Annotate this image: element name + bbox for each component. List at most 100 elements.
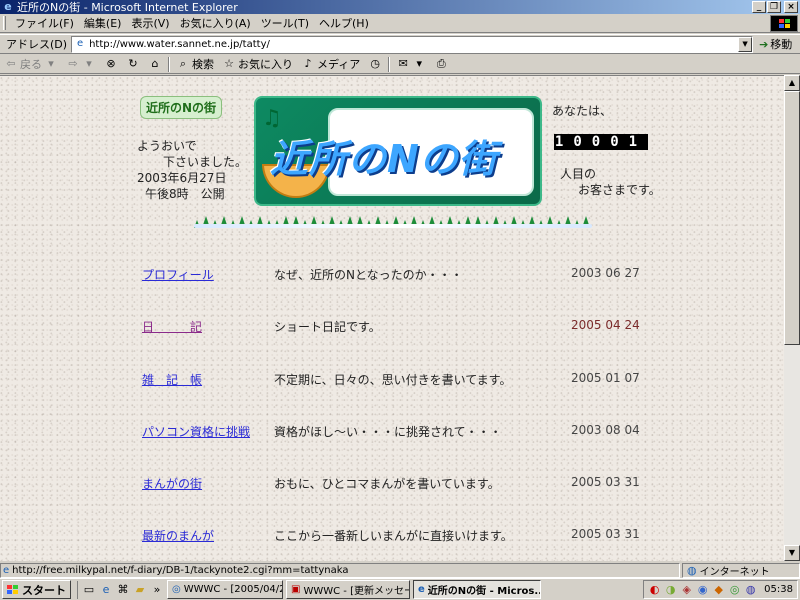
menu-favorites[interactable]: お気に入り(A) — [175, 15, 256, 31]
task-button-ie[interactable]: e 近所のNの街 - Micros... — [413, 580, 541, 599]
address-field[interactable]: e ▼ — [71, 35, 754, 53]
link-row: 最新のまんが ここから一番新しいまんがに直接いけます。 2005 03 31 — [142, 527, 642, 547]
mail-button[interactable]: ✉ ▾ — [392, 57, 430, 71]
site-banner: ♫ 近所のNの街 — [254, 96, 542, 206]
link-diary[interactable]: 日 記 — [142, 318, 202, 335]
clock[interactable]: 05:38 — [764, 584, 793, 595]
tray-app-icon[interactable]: ◈ — [680, 583, 693, 596]
menu-bar: ファイル(F) 編集(E) 表示(V) お気に入り(A) ツール(T) ヘルプ(… — [0, 14, 800, 33]
search-icon: ⌕ — [179, 57, 187, 70]
mail-icon: ✉ — [398, 57, 408, 70]
chevron-down-icon: ▾ — [416, 57, 422, 70]
page-viewport: 近所のNの街 ようおいで 下さいました。 2003年6月27日 午後8時 公開 … — [0, 75, 784, 561]
menu-view[interactable]: 表示(V) — [126, 15, 174, 31]
visitor-counter: 10001 — [554, 134, 648, 150]
home-button[interactable]: ⌂ — [144, 57, 166, 71]
home-icon: ⌂ — [151, 57, 159, 70]
forward-arrow-icon: ⇨ — [68, 57, 78, 70]
history-icon: ◷ — [370, 57, 381, 70]
link-date: 2003 06 27 — [571, 266, 640, 280]
status-bar: e http://free.milkypal.net/f-diary/DB-1/… — [0, 562, 800, 578]
banner-title: 近所のNの街 — [270, 137, 498, 181]
chevron-right-icon[interactable]: » — [150, 583, 164, 597]
site-badge-logo: 近所のNの街 — [140, 96, 223, 119]
address-label: アドレス(D) — [6, 38, 68, 51]
address-dropdown-icon[interactable]: ▼ — [738, 36, 753, 52]
update-icon: ▣ — [291, 584, 301, 595]
visitor-suffix-line: お客さまです。 — [578, 183, 661, 197]
scroll-up-icon[interactable]: ▲ — [784, 75, 800, 91]
vertical-scrollbar[interactable]: ▲ ▼ — [784, 75, 800, 561]
ie-icon: e — [4, 0, 12, 13]
link-latest-manga[interactable]: 最新のまんが — [142, 527, 214, 544]
address-bar: アドレス(D) e ▼ ➔ 移動 — [0, 34, 800, 54]
tray-app-icon[interactable]: ◆ — [712, 583, 725, 596]
wwwc-icon: ◎ — [172, 584, 181, 595]
start-button[interactable]: スタート — [2, 580, 71, 599]
tray-app-icon[interactable]: ◎ — [728, 583, 741, 596]
taskbar: スタート ▭ e ⌘ ▰ » ◎ WWWC - [2005/04/27 05..… — [0, 578, 800, 600]
link-manga-town[interactable]: まんがの街 — [142, 475, 202, 492]
close-button[interactable]: × — [784, 1, 798, 13]
network-icon[interactable]: ⌘ — [116, 583, 130, 597]
security-zone-panel: ◍ インターネット — [682, 562, 800, 578]
link-row: パソコン資格に挑戦 資格がほし〜い・・・に挑発されて・・・ 2003 08 04 — [142, 423, 642, 443]
print-button[interactable]: ⎙ — [430, 57, 452, 71]
scroll-thumb[interactable] — [784, 91, 800, 345]
welcome-line: 午後8時 公開 — [145, 187, 225, 201]
menu-edit[interactable]: 編集(E) — [79, 15, 127, 31]
tray-app-icon[interactable]: ◉ — [696, 583, 709, 596]
search-button[interactable]: ⌕ 検索 — [172, 56, 218, 72]
stop-button[interactable]: ⊗ — [100, 57, 122, 71]
zone-label: インターネット — [699, 566, 770, 578]
visitor-suffix-line: 人目の — [560, 167, 597, 181]
tray-app-icon[interactable]: ◍ — [744, 583, 757, 596]
media-button[interactable]: ♪ メディア — [297, 56, 364, 72]
minimize-button[interactable]: _ — [752, 1, 766, 13]
window-title: 近所のNの街 - Microsoft Internet Explorer — [17, 1, 238, 14]
restore-button[interactable]: ❐ — [767, 1, 781, 13]
task-button-wwwc-1[interactable]: ◎ WWWC - [2005/04/27 05... — [167, 580, 283, 599]
favorites-icon: ☆ — [224, 57, 234, 70]
quick-launch: ▭ e ⌘ ▰ » — [77, 580, 164, 599]
task-button-wwwc-2[interactable]: ▣ WWWC - [更新メッセージ] — [286, 580, 410, 599]
tray-app-icon[interactable]: ◑ — [664, 583, 677, 596]
link-pc-certification[interactable]: パソコン資格に挑戦 — [142, 423, 250, 440]
window-title-bar[interactable]: e 近所のNの街 - Microsoft Internet Explorer _… — [0, 0, 800, 14]
media-label: メディア — [317, 58, 361, 71]
forward-button[interactable]: ⇨ ▾ — [62, 57, 100, 71]
toolbar-separator — [168, 56, 170, 72]
welcome-line: 2003年6月27日 — [137, 171, 227, 185]
welcome-message: ようおいで 下さいました。 2003年6月27日 午後8時 公開 — [137, 138, 247, 202]
folder-icon[interactable]: ▰ — [133, 583, 147, 597]
back-button[interactable]: ⇦ 戻る ▾ — [0, 56, 62, 72]
chevron-down-icon: ▾ — [48, 57, 54, 70]
globe-icon: ◍ — [687, 563, 697, 577]
link-profile[interactable]: プロフィール — [142, 266, 214, 283]
address-input[interactable] — [89, 38, 730, 50]
favorites-button[interactable]: ☆ お気に入り — [218, 56, 297, 72]
toolbar-separator — [388, 56, 391, 72]
menu-help[interactable]: ヘルプ(H) — [314, 15, 374, 31]
visitor-label: あなたは、 — [552, 104, 613, 118]
show-desktop-icon[interactable]: ▭ — [82, 583, 96, 597]
menu-file[interactable]: ファイル(F) — [10, 15, 79, 31]
link-description: ショート日記です。 — [274, 320, 381, 334]
scroll-down-icon[interactable]: ▼ — [784, 545, 800, 561]
link-date: 2005 03 31 — [571, 475, 640, 489]
status-text-panel: e http://free.milkypal.net/f-diary/DB-1/… — [0, 562, 680, 578]
menu-tools[interactable]: ツール(T) — [256, 15, 314, 31]
standard-toolbar: ⇦ 戻る ▾ ⇨ ▾ ⊗ ↻ ⌂ ⌕ 検索 ☆ お気に入り ♪ メディア ◷ ✉… — [0, 55, 800, 74]
ie-launch-icon[interactable]: e — [99, 583, 113, 597]
link-description: なぜ、近所のNとなったのか・・・ — [274, 268, 463, 282]
go-button[interactable]: ➔ 移動 — [759, 36, 792, 52]
link-row: 日 記 ショート日記です。 2005 04 24 — [142, 318, 642, 338]
refresh-button[interactable]: ↻ — [122, 57, 144, 71]
chevron-down-icon: ▾ — [86, 57, 92, 70]
menubar-grip[interactable] — [3, 16, 6, 30]
tray-app-icon[interactable]: ◐ — [648, 583, 661, 596]
link-notebook[interactable]: 雑 記 帳 — [142, 371, 202, 388]
windows-logo-icon — [770, 15, 798, 32]
task-label: 近所のNの街 - Micros... — [427, 586, 541, 597]
history-button[interactable]: ◷ — [364, 57, 386, 71]
